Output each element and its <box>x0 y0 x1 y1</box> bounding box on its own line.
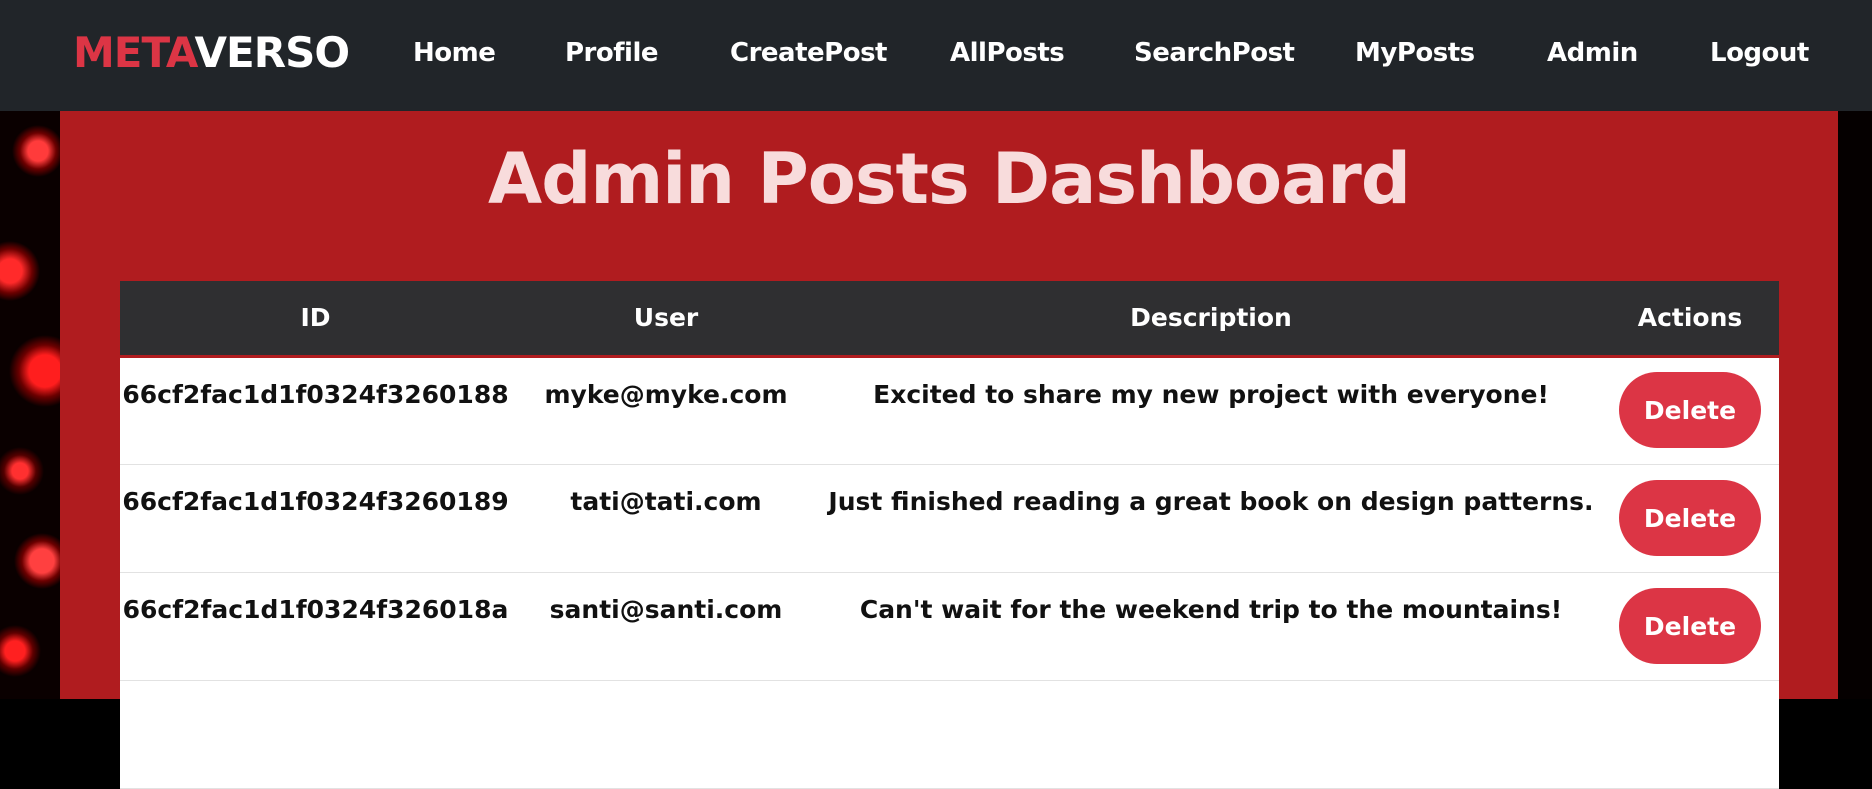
table-row: 66cf2fac1d1f0324f3260189 tati@tati.com J… <box>120 464 1779 572</box>
nav-myposts[interactable]: MyPosts <box>1355 38 1475 68</box>
cell-description <box>821 680 1601 788</box>
header-user: User <box>511 281 821 358</box>
cell-actions: Delete <box>1601 464 1779 572</box>
cell-user: tati@tati.com <box>570 486 762 516</box>
table-header-row: ID User Description Actions <box>120 281 1779 358</box>
table-row: 66cf2fac1d1f0324f326018a santi@santi.com… <box>120 572 1779 680</box>
cell-user: myke@myke.com <box>544 379 788 409</box>
cell-id: 66cf2fac1d1f0324f326018a <box>122 594 509 624</box>
cell-description: Excited to share my new project with eve… <box>873 379 1549 409</box>
nav-profile[interactable]: Profile <box>565 38 659 68</box>
nav-searchpost[interactable]: SearchPost <box>1134 38 1295 68</box>
cell-description: Just finished reading a great book on de… <box>828 486 1594 516</box>
delete-button[interactable]: Delete <box>1619 587 1761 664</box>
nav-createpost[interactable]: CreatePost <box>730 38 887 68</box>
cell-user: santi@santi.com <box>549 594 783 624</box>
cell-id: 66cf2fac1d1f0324f3260188 <box>122 379 509 409</box>
header-id: ID <box>120 281 511 358</box>
table-row <box>120 680 1779 788</box>
header-actions: Actions <box>1601 281 1779 358</box>
cell-id: 66cf2fac1d1f0324f3260189 <box>122 486 509 516</box>
brand-verso: VERSO <box>194 28 350 77</box>
delete-button[interactable]: Delete <box>1619 479 1761 556</box>
nav-logout[interactable]: Logout <box>1710 38 1809 68</box>
nav-allposts[interactable]: AllPosts <box>950 38 1065 68</box>
brand-meta: META <box>73 28 196 77</box>
cell-actions: Delete <box>1601 572 1779 680</box>
nav-home[interactable]: Home <box>413 38 496 68</box>
delete-button[interactable]: Delete <box>1619 372 1761 448</box>
background-right <box>1838 111 1872 699</box>
brand-logo[interactable]: METAVERSO <box>73 26 350 80</box>
header-description: Description <box>821 281 1601 358</box>
posts-table: ID User Description Actions 66cf2fac1d1f… <box>120 281 1779 789</box>
nav-admin[interactable]: Admin <box>1547 38 1638 68</box>
cell-user <box>511 680 821 788</box>
cell-actions: Delete <box>1601 356 1779 464</box>
cell-description: Can't wait for the weekend trip to the m… <box>859 594 1563 624</box>
cell-actions <box>1601 680 1779 788</box>
cell-id <box>120 680 511 788</box>
page-title: Admin Posts Dashboard <box>488 138 1411 220</box>
table-row: 66cf2fac1d1f0324f3260188 myke@myke.com E… <box>120 356 1779 464</box>
navbar: METAVERSO Home Profile CreatePost AllPos… <box>0 0 1872 111</box>
background-bokeh-left <box>0 111 60 699</box>
admin-dashboard-container: Admin Posts Dashboard ID User Descriptio… <box>60 111 1838 789</box>
